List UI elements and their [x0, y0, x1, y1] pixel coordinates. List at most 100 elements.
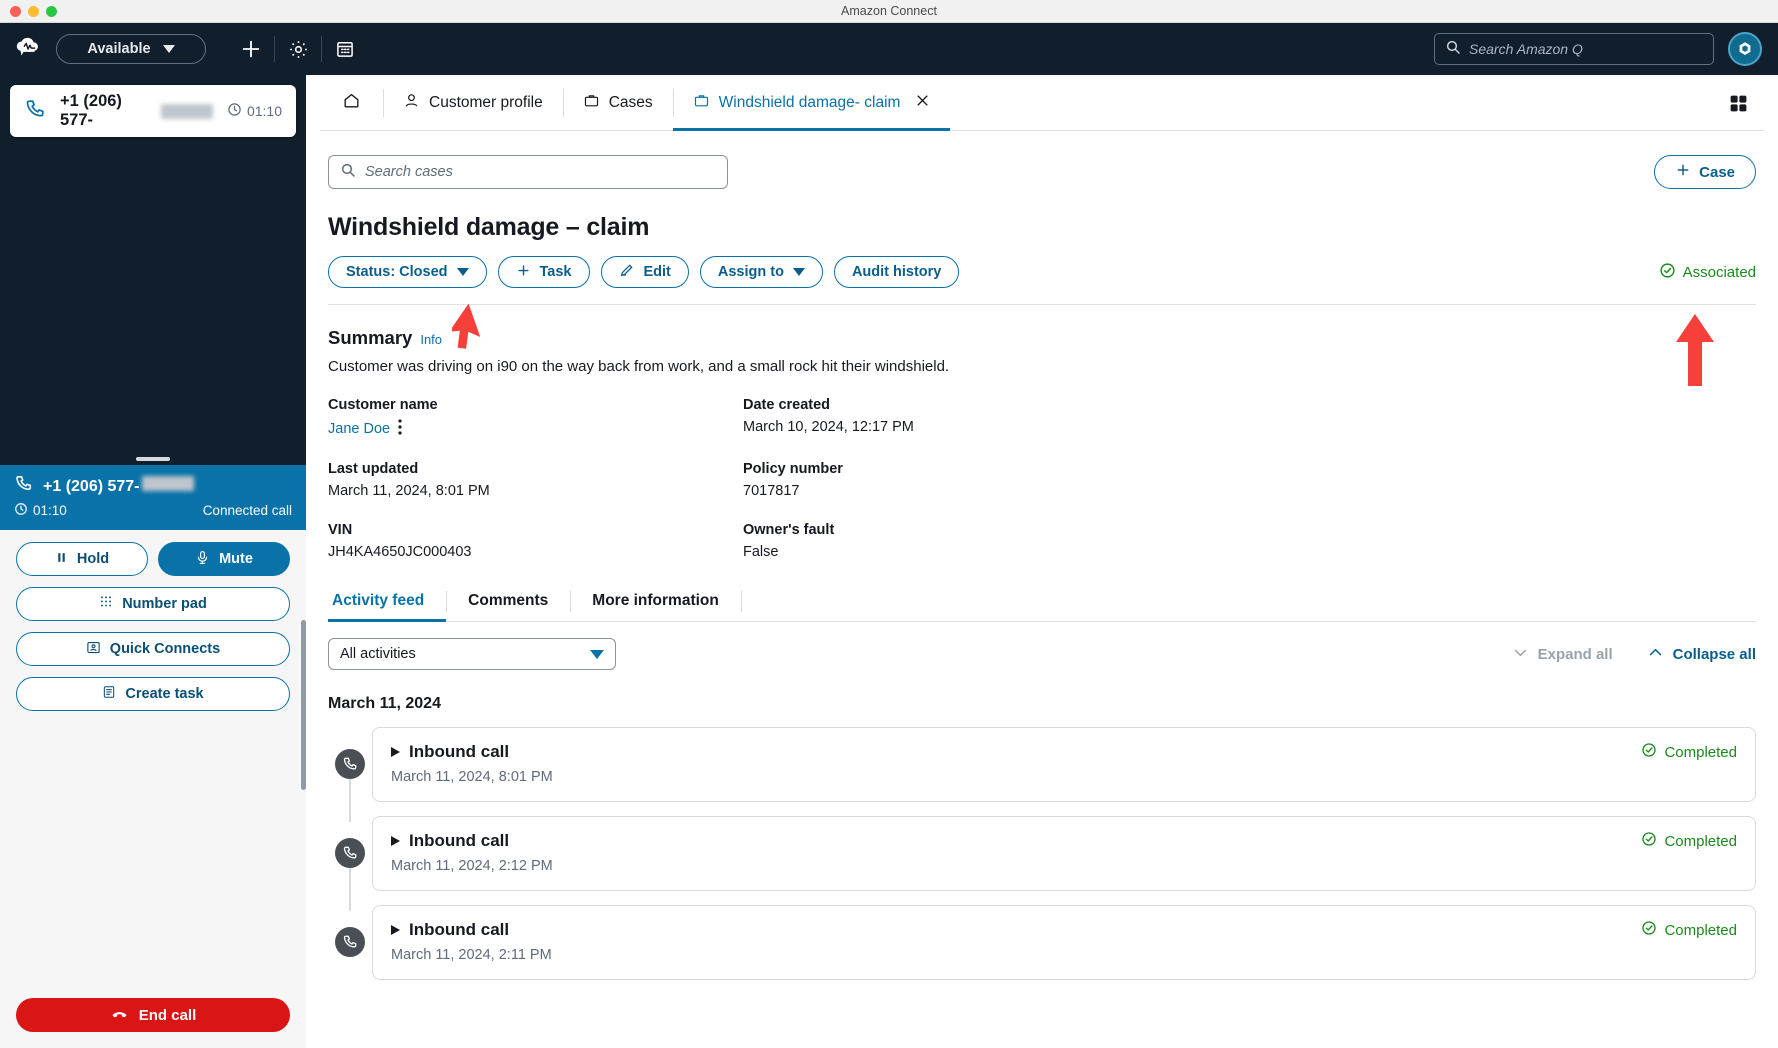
- activity-title-row[interactable]: Inbound call: [391, 920, 552, 940]
- check-circle-icon: [1641, 742, 1657, 762]
- tab-comments-label: Comments: [468, 592, 549, 609]
- create-task-button[interactable]: Create task: [16, 677, 290, 711]
- info-link[interactable]: Info: [420, 332, 442, 347]
- customer-name-link[interactable]: Jane Doe: [328, 421, 390, 437]
- ccp-footer: End call: [0, 722, 306, 1048]
- expand-all-button[interactable]: Expand all: [1512, 644, 1613, 665]
- contact-card-icon: [86, 640, 101, 659]
- field-label: Customer name: [328, 397, 438, 413]
- tab-more-information[interactable]: More information: [570, 583, 741, 622]
- mute-button[interactable]: Mute: [158, 542, 290, 576]
- field-policy-number: Policy number 7017817: [743, 461, 1158, 499]
- collapse-all-button[interactable]: Collapse all: [1647, 644, 1756, 665]
- chevron-down-icon: [590, 649, 604, 659]
- search-cases-input[interactable]: [365, 164, 716, 180]
- field-row: Last updated March 11, 2024, 8:01 PM Pol…: [328, 461, 1756, 499]
- activity-title-row[interactable]: Inbound call: [391, 831, 553, 851]
- tab-windshield-damage-claim[interactable]: Windshield damage- claim: [672, 75, 951, 131]
- close-window-button[interactable]: [10, 6, 21, 17]
- edit-button[interactable]: Edit: [600, 256, 689, 288]
- triangle-right-icon[interactable]: [391, 925, 400, 935]
- create-task-button-label: Create task: [125, 686, 204, 702]
- hold-button[interactable]: Hold: [16, 542, 148, 576]
- activity-card[interactable]: Inbound call March 11, 2024, 8:01 PM Com…: [372, 727, 1756, 802]
- activity-status: Completed: [1641, 831, 1737, 851]
- tab-cases[interactable]: Cases: [562, 75, 673, 131]
- contact-control-panel: +1 (206) 577- 01:10 +1 (206) 577- 01:10 …: [0, 75, 306, 1048]
- amazon-q-search-box[interactable]: [1434, 33, 1714, 65]
- activity-title: Inbound call: [409, 831, 510, 850]
- ccp-row-hold-mute: Hold Mute: [16, 542, 290, 576]
- tab-customer-profile-label: Customer profile: [429, 94, 543, 111]
- activity-status-label: Completed: [1664, 921, 1737, 939]
- field-label: Date created: [743, 397, 831, 413]
- field-value[interactable]: Jane Doe: [328, 419, 743, 438]
- active-contact-card[interactable]: +1 (206) 577- 01:10: [10, 85, 296, 137]
- maximize-window-button[interactable]: [46, 6, 57, 17]
- apps-grid-icon[interactable]: [1720, 85, 1756, 121]
- status-button[interactable]: Status: Closed: [328, 256, 487, 288]
- close-icon[interactable]: [915, 93, 930, 113]
- quick-connects-button-label: Quick Connects: [109, 641, 221, 657]
- activity-title: Inbound call: [409, 920, 510, 939]
- tab-activity-feed[interactable]: Activity feed: [328, 583, 447, 622]
- mute-button-label: Mute: [219, 551, 253, 567]
- hold-button-label: Hold: [76, 551, 110, 567]
- activity-filter-value: All activities: [340, 646, 416, 662]
- kebab-menu-icon[interactable]: [398, 419, 402, 438]
- minimize-window-button[interactable]: [28, 6, 39, 17]
- case-detail-tabs: Activity feed Comments More information: [328, 583, 1756, 622]
- check-circle-icon: [1659, 262, 1676, 283]
- audit-history-button[interactable]: Audit history: [833, 256, 960, 288]
- add-case-button[interactable]: Case: [1654, 155, 1756, 189]
- activity-card[interactable]: Inbound call March 11, 2024, 2:11 PM Com…: [372, 905, 1756, 980]
- search-icon: [340, 162, 356, 183]
- agent-status-selector[interactable]: Available: [56, 34, 206, 64]
- check-circle-icon: [1641, 920, 1657, 940]
- panel-resize-handle[interactable]: [0, 457, 306, 465]
- assign-to-button-label: Assign to: [717, 264, 784, 280]
- summary-header: Summary Info: [328, 327, 1756, 349]
- activity-card[interactable]: Inbound call March 11, 2024, 2:12 PM Com…: [372, 816, 1756, 891]
- quick-connects-button[interactable]: Quick Connects: [16, 632, 290, 666]
- end-call-button-label: End call: [138, 1006, 197, 1024]
- search-icon: [1445, 39, 1461, 60]
- list-item[interactable]: Inbound call March 11, 2024, 2:11 PM Com…: [328, 905, 1756, 980]
- window-controls[interactable]: [10, 6, 57, 17]
- assign-to-button[interactable]: Assign to: [699, 256, 823, 288]
- gear-icon[interactable]: [275, 31, 321, 67]
- calendar-icon[interactable]: [322, 31, 368, 67]
- edit-button-label: Edit: [643, 264, 671, 280]
- timeline-rail: [328, 816, 372, 911]
- search-input[interactable]: [1469, 41, 1703, 57]
- task-button[interactable]: Task: [497, 256, 590, 288]
- number-pad-button[interactable]: Number pad: [16, 587, 290, 621]
- list-item[interactable]: Inbound call March 11, 2024, 2:12 PM Com…: [328, 816, 1756, 911]
- contact-timer-value: 01:10: [246, 103, 282, 119]
- microphone-icon: [195, 550, 210, 569]
- activity-title-row[interactable]: Inbound call: [391, 742, 553, 762]
- contact-phone-number: +1 (206) 577-: [60, 92, 213, 130]
- tab-home[interactable]: [320, 75, 383, 131]
- activity-filter-select[interactable]: All activities: [328, 638, 616, 670]
- activity-timeline: Inbound call March 11, 2024, 8:01 PM Com…: [328, 727, 1756, 980]
- page-title: Windshield damage – claim: [328, 213, 650, 241]
- field-row: Customer name Jane Doe Date created Marc…: [328, 397, 1756, 438]
- add-icon[interactable]: [228, 31, 274, 67]
- tab-comments[interactable]: Comments: [446, 583, 570, 622]
- plus-icon: [516, 263, 531, 282]
- tab-customer-profile[interactable]: Customer profile: [383, 75, 563, 131]
- triangle-right-icon[interactable]: [391, 747, 400, 757]
- amazon-connect-cloud-logo-icon[interactable]: [12, 32, 46, 66]
- amazon-q-icon[interactable]: [1728, 32, 1762, 66]
- field-date-created: Date created March 10, 2024, 12:17 PM: [743, 397, 1158, 438]
- call-banner-timer: 01:10: [14, 502, 67, 519]
- clock-icon: [14, 502, 28, 519]
- topnav-icon-group: [228, 31, 368, 67]
- triangle-right-icon[interactable]: [391, 836, 400, 846]
- case-search-box[interactable]: [328, 155, 728, 189]
- user-icon: [403, 92, 420, 114]
- list-item[interactable]: Inbound call March 11, 2024, 8:01 PM Com…: [328, 727, 1756, 822]
- end-call-button[interactable]: End call: [16, 998, 290, 1032]
- chevron-down-icon: [162, 45, 175, 53]
